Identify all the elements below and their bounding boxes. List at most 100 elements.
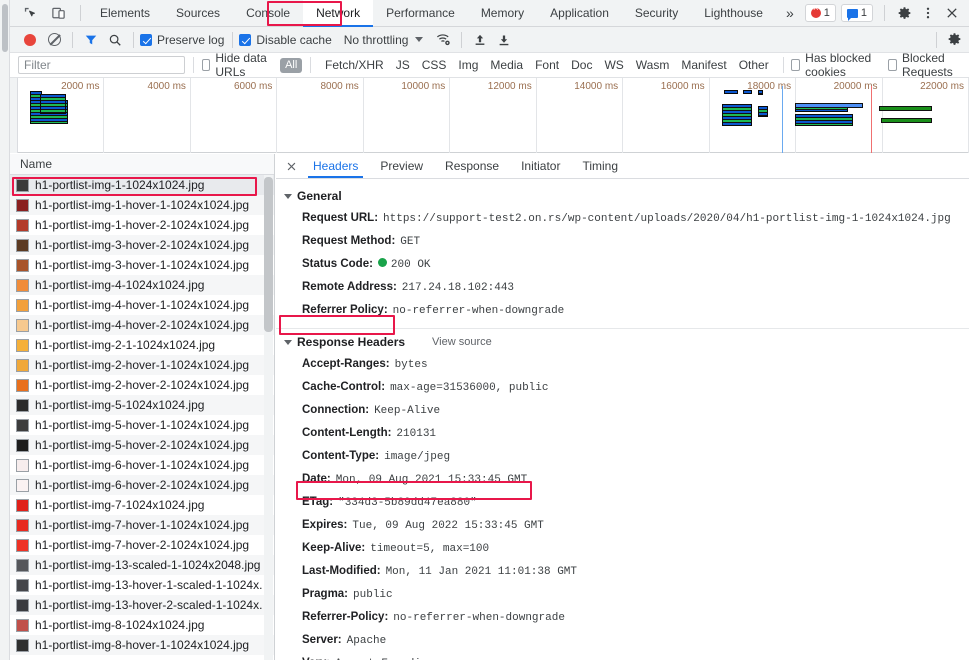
record-icon[interactable] [18, 29, 42, 51]
tab-initiator[interactable]: Initiator [510, 154, 571, 178]
response-headers-section-header[interactable]: Response Headers View source [276, 331, 969, 353]
filter-type-media[interactable]: Media [484, 58, 529, 72]
tab-headers[interactable]: Headers [302, 154, 369, 178]
more-tabs-label: » [785, 5, 794, 21]
filter-type-ws[interactable]: WS [598, 58, 629, 72]
network-conditions-icon[interactable] [431, 29, 455, 51]
filter-type-other[interactable]: Other [733, 58, 775, 72]
request-row[interactable]: h1-portlist-img-1-hover-1-1024x1024.jpg [10, 195, 274, 215]
general-section-header[interactable]: General [276, 185, 969, 207]
filter-type-css[interactable]: CSS [416, 58, 453, 72]
filter-type-manifest[interactable]: Manifest [675, 58, 732, 72]
detail-tab-label: Timing [582, 159, 619, 173]
tab-memory[interactable]: Memory [468, 0, 537, 27]
request-row[interactable]: h1-portlist-img-5-1024x1024.jpg [10, 395, 274, 415]
request-row[interactable]: h1-portlist-img-7-hover-2-1024x1024.jpg [10, 535, 274, 555]
tab-security[interactable]: Security [622, 0, 691, 27]
request-row[interactable]: h1-portlist-img-3-hover-1-1024x1024.jpg [10, 255, 274, 275]
close-icon[interactable] [941, 2, 963, 24]
tab-label: Network [316, 6, 361, 20]
filter-type-js[interactable]: JS [390, 58, 416, 72]
request-row[interactable]: h1-portlist-img-1-hover-2-1024x1024.jpg [10, 215, 274, 235]
throttling-select[interactable]: No throttling [344, 33, 424, 47]
dock-scroll-indicator[interactable] [2, 4, 8, 52]
request-row[interactable]: h1-portlist-img-8-hover-1-1024x1024.jpg [10, 635, 274, 655]
tab-application[interactable]: Application [537, 0, 622, 27]
request-row[interactable]: h1-portlist-img-3-hover-2-1024x1024.jpg [10, 235, 274, 255]
request-row[interactable]: h1-portlist-img-13-hover-2-scaled-1-1024… [10, 595, 274, 615]
tab-network[interactable]: Network [303, 0, 374, 27]
request-list-scrollbar-thumb[interactable] [264, 177, 273, 332]
filter-type-img[interactable]: Img [452, 58, 484, 72]
import-har-icon[interactable] [468, 29, 492, 51]
gear-icon[interactable] [893, 2, 915, 24]
clear-icon[interactable] [42, 29, 66, 51]
preserve-log-checkbox[interactable]: Preserve log [140, 33, 224, 47]
kebab-menu-icon[interactable] [917, 2, 939, 24]
image-thumb-icon [16, 618, 29, 632]
toolbar-divider-3 [232, 31, 234, 48]
header-name: Content-Length: [302, 427, 392, 439]
tab-preview[interactable]: Preview [369, 154, 434, 178]
filter-type-doc[interactable]: Doc [565, 58, 598, 72]
tab-sources[interactable]: Sources [163, 0, 233, 27]
has-blocked-cookies-checkbox[interactable]: Has blocked cookies [791, 51, 879, 79]
hide-data-urls-checkbox[interactable]: Hide data URLs [201, 51, 272, 79]
filter-type-all[interactable]: All [280, 57, 303, 73]
request-row[interactable]: h1-portlist-img-7-hover-1-1024x1024.jpg [10, 515, 274, 535]
header-row: Vary: Accept-Encoding [276, 652, 969, 660]
network-settings-gear-icon[interactable] [943, 29, 965, 51]
request-row[interactable]: h1-portlist-img-2-hover-1-1024x1024.jpg [10, 355, 274, 375]
export-har-icon[interactable] [492, 29, 516, 51]
request-row[interactable]: h1-portlist-img-8-1024x1024.jpg [10, 615, 274, 635]
tab-console[interactable]: Console [233, 0, 303, 27]
inspect-element-icon[interactable] [18, 2, 42, 24]
device-toolbar-icon[interactable] [46, 2, 70, 24]
filter-input[interactable] [18, 56, 185, 74]
request-row[interactable]: h1-portlist-img-2-1-1024x1024.jpg [10, 335, 274, 355]
network-overview[interactable]: 2000 ms 4000 ms 6000 ms 8000 ms 10000 ms 1200… [10, 78, 969, 153]
more-tabs-button[interactable]: » [776, 0, 804, 27]
view-source-button[interactable]: View source [432, 336, 492, 348]
filter-type-fetchxhr[interactable]: Fetch/XHR [319, 58, 390, 72]
header-row: Expires: Tue, 09 Aug 2022 15:33:45 GMT [276, 514, 969, 537]
disable-cache-label: Disable cache [256, 32, 332, 47]
request-row[interactable]: h1-portlist-img-6-hover-2-1024x1024.jpg [10, 475, 274, 495]
filter-type-font[interactable]: Font [529, 58, 565, 72]
filter-type-wasm[interactable]: Wasm [630, 58, 676, 72]
message-count-badge[interactable]: 1 [840, 4, 873, 22]
tab-response[interactable]: Response [434, 154, 510, 178]
request-row[interactable]: h1-portlist-img-13-scaled-1-1024x2048.jp… [10, 555, 274, 575]
blocked-requests-checkbox[interactable]: Blocked Requests [888, 51, 967, 79]
request-row[interactable]: h1-portlist-img-1-1024x1024.jpg [10, 175, 274, 195]
search-icon[interactable] [103, 29, 127, 51]
request-name: h1-portlist-img-6-hover-1-1024x1024.jpg [35, 458, 250, 472]
header-row: Date: Mon, 09 Aug 2021 15:33:45 GMT [276, 468, 969, 491]
close-icon[interactable] [280, 154, 302, 178]
overview-blob [724, 90, 738, 94]
request-row[interactable]: h1-portlist-img-4-1024x1024.jpg [10, 275, 274, 295]
tab-timing[interactable]: Timing [571, 154, 629, 178]
tab-label: Elements [100, 6, 151, 20]
tab-lighthouse[interactable]: Lighthouse [691, 0, 776, 27]
request-row[interactable]: h1-portlist-img-6-hover-1-1024x1024.jpg [10, 455, 274, 475]
disable-cache-checkbox[interactable]: Disable cache [239, 32, 332, 47]
request-row[interactable]: h1-portlist-img-5-hover-1-1024x1024.jpg [10, 415, 274, 435]
request-row[interactable]: h1-portlist-img-7-1024x1024.jpg [10, 495, 274, 515]
overview-bar [881, 118, 932, 123]
toolbar-divider-1 [72, 31, 73, 48]
network-toolbar-right [930, 29, 969, 51]
tab-elements[interactable]: Elements [87, 0, 163, 27]
header-row: Content-Length: 210131 [276, 422, 969, 445]
request-row[interactable]: h1-portlist-img-5-hover-2-1024x1024.jpg [10, 435, 274, 455]
request-row[interactable]: h1-portlist-img-4-hover-2-1024x1024.jpg [10, 315, 274, 335]
filter-icon[interactable] [79, 29, 103, 51]
tab-performance[interactable]: Performance [373, 0, 468, 27]
request-row[interactable]: h1-portlist-img-2-hover-2-1024x1024.jpg [10, 375, 274, 395]
request-row[interactable]: h1-portlist-img-13-hover-1-scaled-1-1024… [10, 575, 274, 595]
error-count-badge[interactable]: 1 [804, 4, 836, 22]
request-list-column-header[interactable]: Name [10, 154, 274, 175]
request-row[interactable]: h1-portlist-img-4-hover-1-1024x1024.jpg [10, 295, 274, 315]
filter-divider-1 [193, 57, 194, 73]
request-name: h1-portlist-img-8-hover-1-1024x1024.jpg [35, 638, 250, 652]
